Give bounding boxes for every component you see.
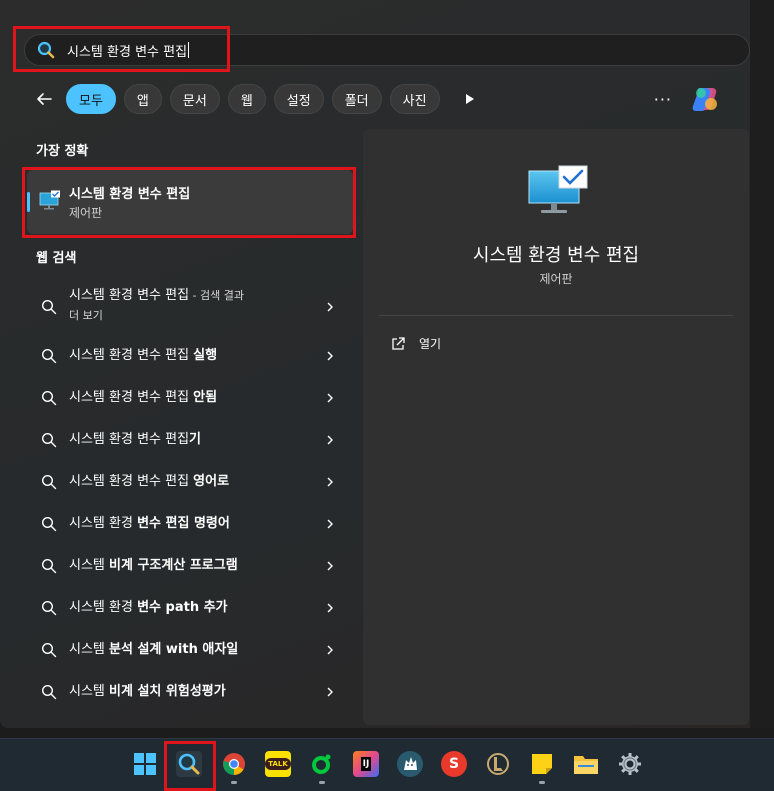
detail-title: 시스템 환경 변수 편집 bbox=[472, 245, 640, 266]
back-arrow-icon[interactable] bbox=[30, 85, 58, 113]
divider bbox=[379, 315, 733, 316]
web-search-item[interactable]: 시스템 분석 설계 with 애자일 bbox=[27, 630, 353, 670]
chevron-right-icon bbox=[327, 561, 333, 571]
tab-all[interactable]: 모두 bbox=[66, 84, 116, 114]
chevron-right-icon bbox=[327, 351, 333, 361]
sticky-notes-icon[interactable] bbox=[529, 751, 555, 777]
web-search-text: 시스템 환경 변수 편집 안됨 bbox=[69, 390, 218, 405]
search-icon bbox=[41, 558, 57, 574]
chevron-right-icon bbox=[327, 393, 333, 403]
web-search-text: 시스템 분석 설계 with 애자일 bbox=[69, 642, 239, 657]
search-icon bbox=[41, 299, 57, 315]
web-search-item[interactable]: 시스템 환경 변수 path 추가 bbox=[27, 588, 353, 628]
web-search-text: 시스템 환경 변수 편집 - 검색 결과 더 보기 bbox=[69, 288, 244, 322]
web-search-item[interactable]: 시스템 환경 변수 편집 명령어 bbox=[27, 504, 353, 544]
search-icon bbox=[41, 516, 57, 532]
taskbar: TALK IJ S bbox=[0, 738, 774, 791]
web-search-item[interactable]: 시스템 환경 변수 편집기 bbox=[27, 420, 353, 460]
start-search-panel: 시스템 환경 변수 편집 모두 앱 문서 웹 설정 폴더 사진 ··· 가장 정… bbox=[0, 0, 774, 728]
tab-photos[interactable]: 사진 bbox=[389, 84, 440, 114]
best-match-highlight-box bbox=[22, 167, 356, 238]
web-search-text: 시스템 환경 변수 path 추가 bbox=[69, 600, 228, 615]
web-search-item[interactable]: 시스템 환경 변수 편집 실행 bbox=[27, 336, 353, 376]
web-search-text: 시스템 환경 변수 편집 명령어 bbox=[69, 516, 230, 531]
chevron-right-icon bbox=[327, 603, 333, 613]
search-highlight-box bbox=[13, 26, 230, 72]
system-properties-icon bbox=[528, 165, 588, 213]
league-of-legends-icon[interactable] bbox=[485, 751, 511, 777]
web-search-text: 시스템 비계 설치 위험성평가 bbox=[69, 684, 226, 699]
web-search-text: 시스템 환경 변수 편집 실행 bbox=[69, 348, 218, 363]
web-search-text: 시스템 비계 구조계산 프로그램 bbox=[69, 558, 238, 573]
web-search-text: 시스템 환경 변수 편집 영어로 bbox=[69, 474, 230, 489]
web-search-item[interactable]: 시스템 환경 변수 편집 - 검색 결과 더 보기 bbox=[27, 286, 353, 328]
chevron-right-icon bbox=[327, 302, 333, 312]
search-icon bbox=[41, 474, 57, 490]
tab-settings[interactable]: 설정 bbox=[273, 84, 324, 114]
copilot-icon[interactable] bbox=[690, 84, 720, 114]
chevron-right-icon bbox=[327, 435, 333, 445]
search-icon bbox=[41, 348, 57, 364]
search-icon bbox=[41, 390, 57, 406]
kakaotalk-icon[interactable]: TALK bbox=[265, 751, 291, 777]
web-search-item[interactable]: 시스템 비계 설치 위험성평가 bbox=[27, 672, 353, 712]
tab-apps[interactable]: 앱 bbox=[123, 84, 162, 114]
background-window-edge bbox=[750, 0, 774, 728]
open-action[interactable]: 열기 bbox=[391, 335, 441, 352]
web-search-item[interactable]: 시스템 환경 변수 편집 영어로 bbox=[27, 462, 353, 502]
tab-folders[interactable]: 폴더 bbox=[331, 84, 382, 114]
running-indicator bbox=[539, 781, 545, 784]
wolf-app-icon[interactable] bbox=[397, 751, 423, 777]
naver-line-icon[interactable] bbox=[309, 751, 335, 777]
settings-gear-icon[interactable] bbox=[617, 751, 643, 777]
search-icon bbox=[41, 600, 57, 616]
best-match-label: 가장 정확 bbox=[36, 144, 89, 159]
tab-web[interactable]: 웹 bbox=[227, 84, 266, 114]
web-search-label: 웹 검색 bbox=[36, 251, 77, 266]
chevron-right-icon bbox=[327, 477, 333, 487]
file-explorer-icon[interactable] bbox=[573, 751, 599, 777]
chrome-icon[interactable] bbox=[221, 751, 247, 777]
chevron-right-icon bbox=[327, 519, 333, 529]
search-icon bbox=[41, 642, 57, 658]
web-search-item[interactable]: 시스템 환경 변수 편집 안됨 bbox=[27, 378, 353, 418]
search-icon bbox=[41, 432, 57, 448]
web-search-item[interactable]: 시스템 비계 구조계산 프로그램 bbox=[27, 546, 353, 586]
running-indicator bbox=[319, 781, 325, 784]
open-external-icon bbox=[392, 336, 405, 350]
search-icon bbox=[41, 684, 57, 700]
open-label: 열기 bbox=[419, 337, 442, 351]
taskbar-search-highlight-box bbox=[164, 741, 216, 791]
running-indicator bbox=[231, 781, 237, 784]
detail-subtitle: 제어판 bbox=[539, 272, 573, 286]
chevron-right-icon bbox=[327, 687, 333, 697]
detail-pane: 시스템 환경 변수 편집 제어판 열기 bbox=[363, 129, 749, 725]
play-more-icon[interactable] bbox=[460, 89, 480, 109]
filter-tabs: 모두 앱 문서 웹 설정 폴더 사진 ··· bbox=[30, 84, 750, 114]
s-app-icon[interactable]: S bbox=[441, 751, 467, 777]
more-options-icon[interactable]: ··· bbox=[654, 90, 672, 109]
start-icon[interactable] bbox=[132, 751, 158, 777]
chevron-right-icon bbox=[327, 645, 333, 655]
intellij-icon[interactable]: IJ bbox=[353, 751, 379, 777]
web-search-text: 시스템 환경 변수 편집기 bbox=[69, 432, 202, 447]
tab-documents[interactable]: 문서 bbox=[169, 84, 220, 114]
